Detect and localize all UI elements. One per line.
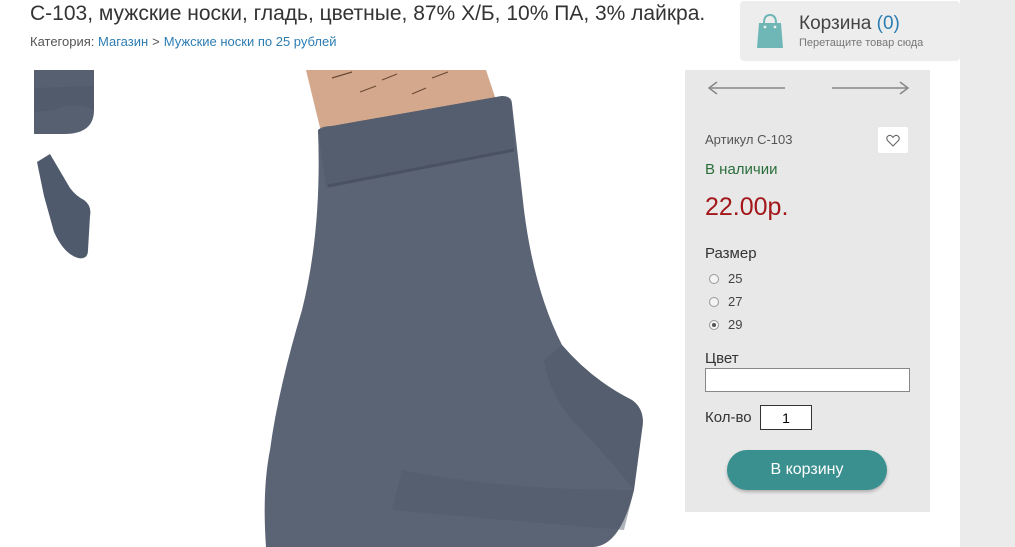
cart-title: Корзина (0) <box>799 13 900 35</box>
sock-thumbnail-image <box>34 150 94 262</box>
quantity-label: Кол-во <box>705 409 752 426</box>
heart-icon <box>886 134 900 147</box>
product-price: 22.00р. <box>705 193 789 221</box>
size-radio-27[interactable] <box>709 296 719 307</box>
size-option-25[interactable]: 25 <box>709 271 742 286</box>
add-to-cart-button[interactable]: В корзину <box>727 450 887 490</box>
cart-count: (0) <box>876 13 900 34</box>
breadcrumb: Категория: Магазин > Мужские носки по 25 р… <box>30 34 336 49</box>
stock-status: В наличии <box>705 161 778 178</box>
breadcrumb-separator: > <box>152 34 160 49</box>
right-gutter <box>960 0 1015 547</box>
size-option-27[interactable]: 27 <box>709 294 742 309</box>
color-label: Цвет <box>705 350 739 367</box>
size-radio-25[interactable] <box>709 273 719 284</box>
cart-hint: Перетащите товар сюда <box>799 37 924 49</box>
color-field[interactable] <box>705 368 910 392</box>
sock-thumbnail-image <box>34 70 94 134</box>
size-option-29[interactable]: 29 <box>709 317 742 332</box>
cart-widget[interactable]: Корзина (0) Перетащите товар сюда <box>740 1 960 61</box>
product-purchase-panel: Артикул С-103 В наличии 22.00р. Размер 2… <box>685 70 930 512</box>
breadcrumb-category-link[interactable]: Мужские носки по 25 рублей <box>164 34 337 49</box>
page-title: С-103, мужские носки, гладь, цветные, 87… <box>30 2 706 25</box>
size-option-label: 27 <box>728 294 743 309</box>
size-option-label: 29 <box>728 317 743 332</box>
size-radio-29[interactable] <box>709 319 719 330</box>
breadcrumb-label: Категория: <box>30 34 95 49</box>
arrow-right-icon[interactable] <box>830 80 910 96</box>
favorite-button[interactable] <box>878 127 908 153</box>
shopping-bag-icon <box>757 13 783 48</box>
product-thumbnail-2[interactable] <box>34 150 94 262</box>
size-option-label: 25 <box>728 271 743 286</box>
breadcrumb-shop-link[interactable]: Магазин <box>98 34 148 49</box>
product-main-image <box>262 70 650 547</box>
product-sku: Артикул С-103 <box>705 132 793 147</box>
size-label: Размер <box>705 245 757 262</box>
cart-title-text: Корзина <box>799 13 872 34</box>
product-thumbnail-1[interactable] <box>34 70 94 134</box>
quantity-field[interactable] <box>760 405 812 430</box>
arrow-left-icon[interactable] <box>707 80 787 96</box>
